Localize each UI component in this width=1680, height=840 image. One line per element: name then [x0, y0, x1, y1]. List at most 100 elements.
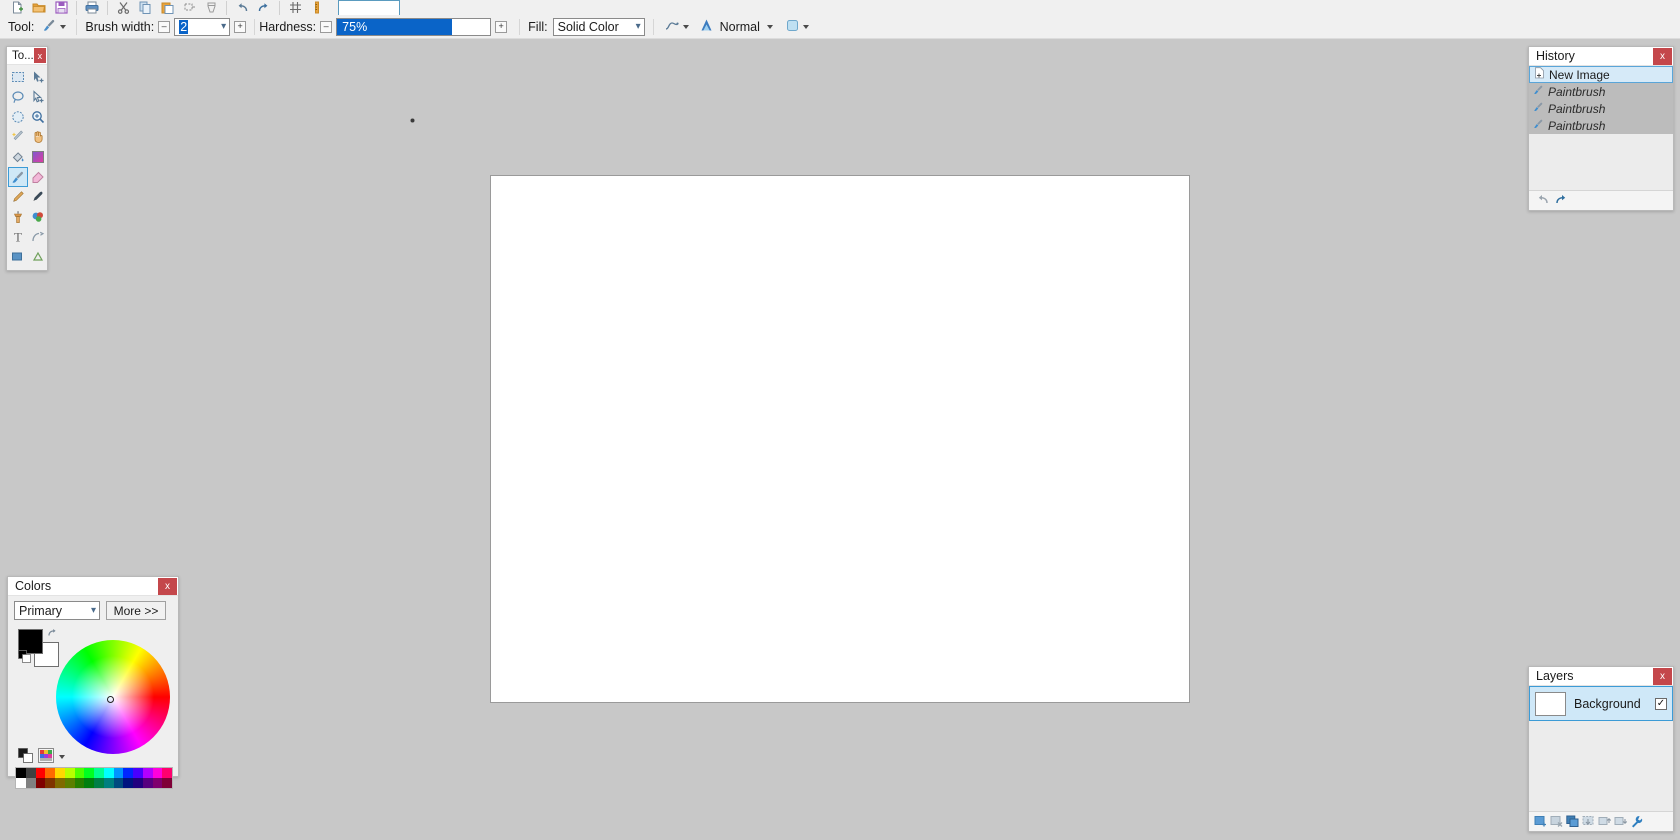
palette-swatch[interactable] [152, 768, 163, 778]
tool-move-selected[interactable] [28, 67, 48, 87]
redo-arrow-icon[interactable] [253, 0, 275, 15]
palette-swatch[interactable] [84, 768, 94, 778]
tool-chooser-button[interactable] [40, 17, 68, 37]
colors-panel-titlebar[interactable]: Colors x [8, 577, 178, 596]
brush-width-decrease-button[interactable]: ‒ [158, 20, 171, 33]
tool-paint-bucket[interactable] [8, 147, 28, 167]
palette-swatch[interactable] [45, 778, 55, 788]
tool-rectangle-select[interactable] [8, 67, 28, 87]
tool-ellipse-select[interactable] [8, 107, 28, 127]
palette-swatch[interactable] [25, 768, 36, 778]
palette-swatch[interactable] [142, 778, 153, 788]
close-icon[interactable]: x [33, 48, 46, 63]
history-undo-button[interactable] [1535, 193, 1550, 209]
palette-swatch[interactable] [113, 778, 124, 788]
brush-width-input[interactable]: 2 ▾ [174, 17, 231, 36]
antialiasing-button[interactable] [662, 17, 691, 36]
layers-panel-titlebar[interactable]: Layers x [1529, 667, 1673, 686]
tool-move-selection[interactable] [28, 87, 48, 107]
open-folder-icon[interactable] [28, 0, 50, 15]
layer-visibility-checkbox[interactable]: ✓ [1655, 697, 1667, 710]
canvas-workspace[interactable] [0, 40, 1680, 840]
hardness-decrease-button[interactable]: ‒ [320, 20, 333, 33]
palette-swatch[interactable] [35, 778, 46, 788]
hardness-increase-button[interactable]: + [495, 20, 508, 33]
undo-arrow-icon[interactable] [231, 0, 253, 15]
copy-icon[interactable] [134, 0, 156, 15]
palette-swatch[interactable] [16, 768, 26, 778]
history-item-new-image[interactable]: New Image [1529, 66, 1673, 83]
palette-swatch[interactable] [152, 778, 163, 788]
tool-magic-wand[interactable] [8, 127, 28, 147]
close-icon[interactable]: x [1653, 47, 1672, 65]
deselect-icon[interactable] [200, 0, 222, 15]
image-canvas[interactable] [490, 175, 1190, 703]
history-item-paintbrush-2[interactable]: Paintbrush [1529, 100, 1673, 117]
add-layer-icon[interactable] [1534, 815, 1547, 828]
palette-swatch[interactable] [103, 768, 114, 778]
crop-icon[interactable] [178, 0, 200, 15]
tool-paintbrush[interactable] [8, 167, 28, 187]
history-item-paintbrush-1[interactable]: Paintbrush [1529, 83, 1673, 100]
tool-zoom[interactable] [28, 107, 48, 127]
color-palette[interactable] [15, 767, 173, 789]
tool-shapes[interactable] [8, 247, 28, 267]
palette-swatch[interactable] [133, 768, 143, 778]
palette-swatch[interactable] [113, 768, 124, 778]
palette-swatch[interactable] [142, 768, 153, 778]
palette-swatch[interactable] [64, 768, 75, 778]
move-layer-up-icon[interactable] [1598, 815, 1611, 828]
palette-swatch[interactable] [123, 778, 133, 788]
palette-swatch[interactable] [55, 768, 65, 778]
tool-text[interactable]: T [8, 227, 28, 247]
delete-layer-icon[interactable] [1550, 815, 1563, 828]
move-layer-down-icon[interactable] [1614, 815, 1627, 828]
palette-swatch[interactable] [45, 768, 55, 778]
color-channel-select[interactable]: Primary ▾ [14, 601, 100, 620]
recent-colors-box[interactable] [338, 0, 400, 15]
tool-pencil[interactable] [8, 187, 28, 207]
history-panel-titlebar[interactable]: History x [1529, 47, 1673, 66]
palette-swatch[interactable] [55, 778, 65, 788]
palette-swatch[interactable] [162, 778, 172, 788]
new-document-icon[interactable] [6, 0, 28, 15]
color-wheel-cursor[interactable] [107, 696, 114, 703]
palette-swatch[interactable] [103, 778, 114, 788]
close-icon[interactable]: x [158, 577, 177, 595]
palette-chooser-icon[interactable] [38, 748, 54, 766]
swap-colors-icon[interactable] [47, 628, 59, 642]
tool-pan[interactable] [28, 127, 48, 147]
tool-recolor[interactable] [28, 207, 48, 227]
tool-lasso-select[interactable] [8, 87, 28, 107]
close-icon[interactable]: x [1653, 667, 1672, 685]
history-list[interactable]: New Image Paintbrush Paintbrush Paintbru… [1529, 66, 1673, 190]
palette-swatch[interactable] [94, 768, 104, 778]
blend-mode-button[interactable]: Normal [697, 17, 775, 37]
tool-shapes-alt[interactable] [28, 247, 48, 267]
wrench-icon[interactable] [1630, 815, 1643, 828]
chevron-down-icon[interactable] [59, 755, 65, 759]
sampling-button[interactable] [783, 17, 811, 37]
merge-layer-down-icon[interactable] [1582, 815, 1595, 828]
palette-swatch[interactable] [64, 778, 75, 788]
tool-line-curve[interactable] [28, 227, 48, 247]
printer-icon[interactable] [81, 0, 103, 15]
grid-icon[interactable] [284, 0, 306, 15]
tools-panel-titlebar[interactable]: To... x [7, 47, 47, 65]
tool-eraser[interactable] [28, 167, 48, 187]
paste-icon[interactable] [156, 0, 178, 15]
fill-select[interactable]: Solid Color ▾ [552, 17, 645, 36]
duplicate-layer-icon[interactable] [1566, 815, 1579, 828]
palette-swatch[interactable] [94, 778, 104, 788]
ruler-icon[interactable] [306, 0, 328, 15]
brush-width-increase-button[interactable]: + [234, 20, 247, 33]
reset-colors-icon[interactable] [18, 748, 33, 766]
palette-swatch[interactable] [123, 768, 133, 778]
palette-swatch[interactable] [16, 778, 26, 788]
palette-swatch[interactable] [133, 778, 143, 788]
layers-list[interactable]: Background ✓ [1529, 686, 1673, 811]
palette-swatch[interactable] [25, 778, 36, 788]
hardness-slider[interactable]: 75% [336, 17, 492, 36]
palette-swatch[interactable] [35, 768, 46, 778]
tool-clone-stamp[interactable] [8, 207, 28, 227]
